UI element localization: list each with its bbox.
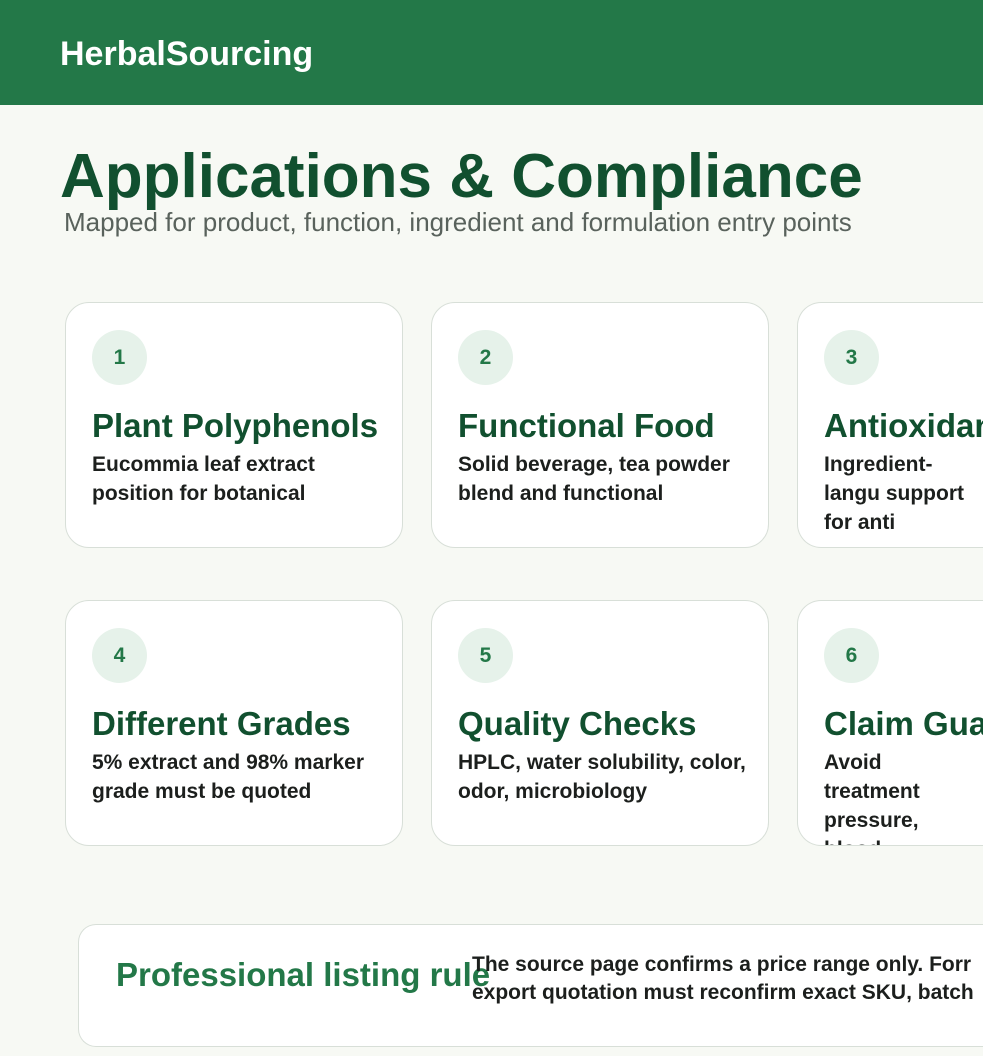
card-number-badge: 2 [458, 330, 513, 385]
card-description: HPLC, water solubility, color, odor, mic… [458, 751, 746, 803]
card-number-badge: 4 [92, 628, 147, 683]
page-subtitle: Mapped for product, function, ingredient… [64, 207, 852, 237]
application-card: 5 Quality Checks HPLC, water solubility,… [431, 600, 769, 846]
card-title: Claim Gua [824, 705, 983, 742]
card-number-badge: 6 [824, 628, 879, 683]
top-navigation-bar: HerbalSourcing [0, 0, 983, 105]
application-card: 2 Functional Food Solid beverage, tea po… [431, 302, 769, 548]
card-description: Ingredient-langu support for anti [824, 453, 964, 534]
brand-logo-text[interactable]: HerbalSourcing [60, 34, 313, 74]
card-description: Avoid treatment pressure, blood [824, 751, 920, 845]
card-title: Quality Checks [458, 705, 697, 742]
card-title: Antioxidan [824, 407, 983, 444]
listing-rule-panel: Professional listing rule The source pag… [78, 924, 983, 1047]
page-title: Applications & Compliance [60, 142, 863, 211]
card-description: 5% extract and 98% marker grade must be … [92, 751, 364, 803]
application-card: 4 Different Grades 5% extract and 98% ma… [65, 600, 403, 846]
page-viewport: HerbalSourcing Applications & Compliance… [0, 0, 983, 1056]
application-card: 6 Claim Gua Avoid treatment pressure, bl… [797, 600, 983, 846]
application-card: 3 Antioxidan Ingredient-langu support fo… [797, 302, 983, 548]
card-number-badge: 3 [824, 330, 879, 385]
card-number-badge: 1 [92, 330, 147, 385]
card-title: Plant Polyphenols [92, 407, 379, 444]
application-card: 1 Plant Polyphenols Eucommia leaf extrac… [65, 302, 403, 548]
card-title: Functional Food [458, 407, 715, 444]
card-description: Eucommia leaf extract position for botan… [92, 453, 315, 505]
listing-rule-title: Professional listing rule [116, 956, 491, 993]
card-number-badge: 5 [458, 628, 513, 683]
card-description: Solid beverage, tea powder blend and fun… [458, 453, 730, 505]
card-title: Different Grades [92, 705, 351, 742]
listing-rule-text: The source page confirms a price range o… [472, 953, 974, 1004]
